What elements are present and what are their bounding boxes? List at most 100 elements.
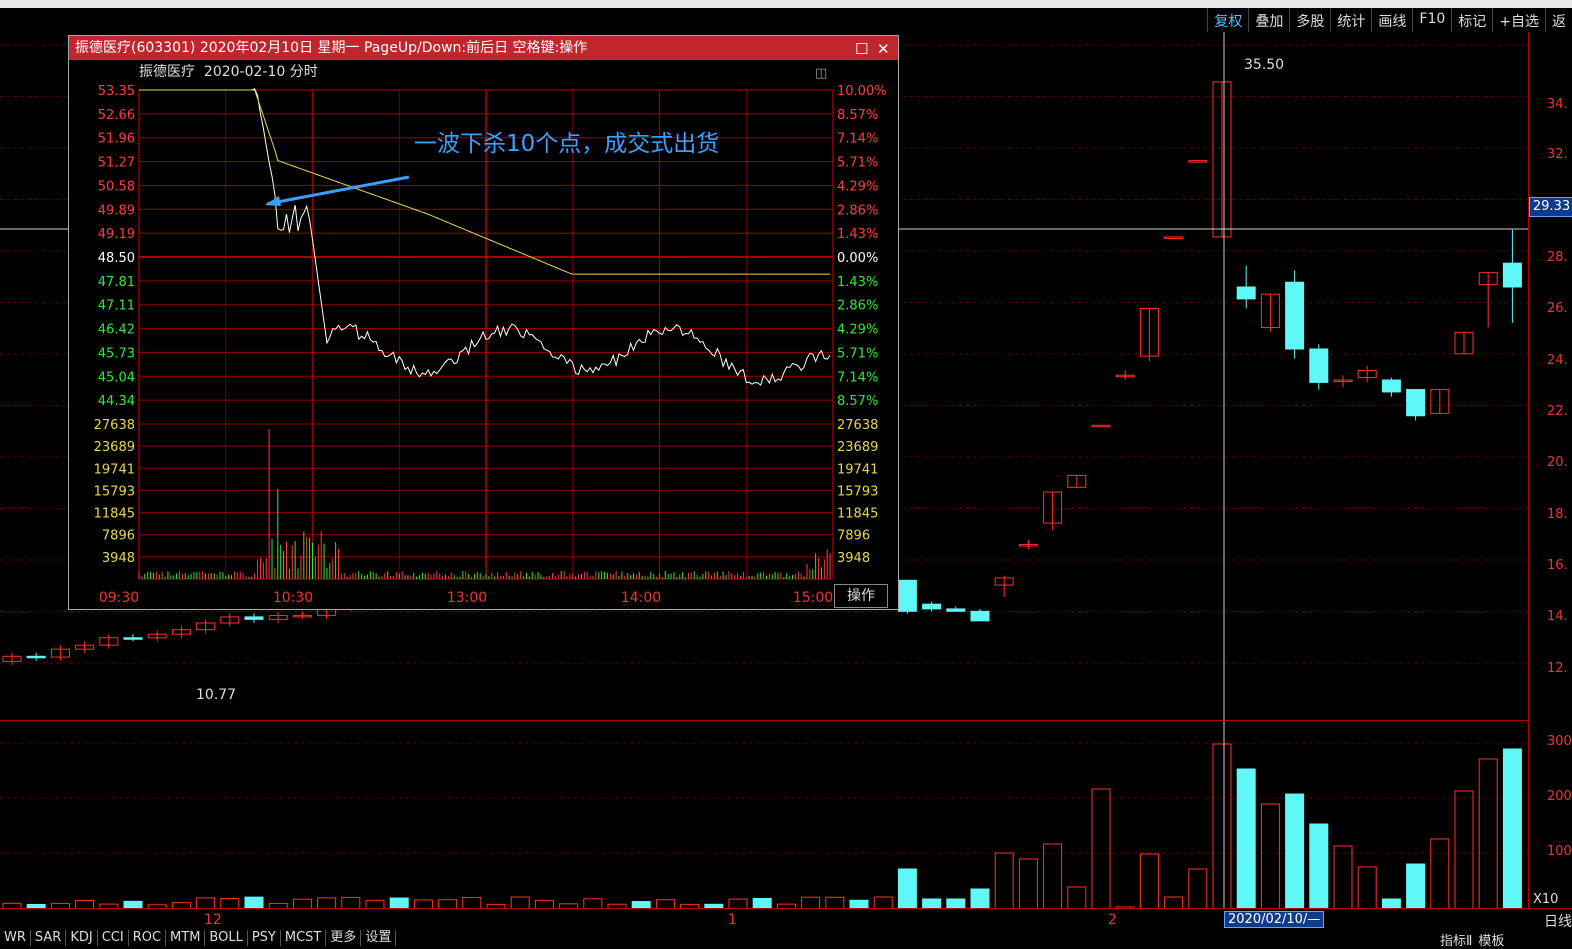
volume-label: 11845 xyxy=(837,507,878,522)
indicator-tab-mtm[interactable]: MTM xyxy=(166,930,205,946)
pct-label: 8.57% xyxy=(837,394,878,409)
low-price-label: 10.77 xyxy=(196,687,236,703)
candle-body xyxy=(947,609,965,611)
toolbar-btn-6[interactable]: 标记 xyxy=(1451,8,1492,32)
volume-label: 19741 xyxy=(837,462,878,477)
volume-label: 15793 xyxy=(837,484,878,499)
indicator-tabs: WR SAR KDJ CCI ROC MTM BOLL PSY MCST 更多 设置 xyxy=(0,930,1572,946)
price-label: 45.04 xyxy=(98,370,135,385)
price-label: 49.19 xyxy=(98,227,135,242)
candle-body xyxy=(124,638,142,640)
price-axis-label: 32. xyxy=(1547,147,1568,162)
toolbar-btn-8[interactable]: 返 xyxy=(1545,8,1572,32)
candle-body xyxy=(1165,237,1183,239)
time-label: 15:00 xyxy=(793,590,833,606)
volume-axis-label: 300 xyxy=(1547,734,1572,749)
candle-body xyxy=(1092,425,1110,427)
price-label: 49.89 xyxy=(98,203,135,218)
indicator-tab-kdj[interactable]: KDJ xyxy=(66,930,97,946)
date-label-12: 12 xyxy=(204,912,222,928)
indicator-2-button[interactable]: 指标Ⅱ xyxy=(1440,930,1472,949)
candle-body xyxy=(27,656,45,658)
intraday-date: 2020-02-10 xyxy=(204,64,285,80)
price-axis-label: 12. xyxy=(1547,661,1568,676)
date-label-1: 1 xyxy=(728,912,737,928)
volume-bar xyxy=(1407,864,1425,909)
volume-bar xyxy=(1334,846,1352,909)
arrow-head-icon xyxy=(265,196,281,206)
price-label: 51.27 xyxy=(98,156,135,171)
volume-bar xyxy=(1213,744,1231,909)
volume-bar xyxy=(1479,759,1497,909)
indicator-template-bar: 指标Ⅱ 模板 xyxy=(1440,930,1504,949)
candle-body xyxy=(1310,349,1328,382)
indicator-tab-boll[interactable]: BOLL xyxy=(205,930,247,946)
price-label: 45.73 xyxy=(98,346,135,361)
volume-bar xyxy=(1068,887,1086,909)
toolbar-btn-0[interactable]: 复权 xyxy=(1207,8,1248,32)
candle-body xyxy=(1286,282,1304,349)
volume-label: 11845 xyxy=(94,507,135,522)
chart-toolbar: 复权 叠加 多股 统计 画线 F10 标记 +自选返 xyxy=(1207,8,1572,32)
indicator-tab-wr[interactable]: WR xyxy=(0,930,31,946)
indicator-tab-psy[interactable]: PSY xyxy=(248,930,281,946)
volume-bar xyxy=(1044,844,1062,909)
price-axis-label: 22. xyxy=(1547,404,1568,419)
toolbar-btn-5[interactable]: F10 xyxy=(1412,8,1451,32)
template-button[interactable]: 模板 xyxy=(1478,930,1504,949)
period-label[interactable]: 日线 xyxy=(1544,911,1572,931)
price-label: 50.58 xyxy=(98,179,135,194)
volume-bar xyxy=(1189,869,1207,909)
candle-body xyxy=(245,617,263,620)
toolbar-btn-1[interactable]: 叠加 xyxy=(1248,8,1289,32)
pct-label: 8.57% xyxy=(837,108,878,123)
chart-annotation: 一波下杀10个点，成交式出货 xyxy=(414,124,719,158)
window-top-bar xyxy=(0,0,1572,8)
price-label: 51.96 xyxy=(98,132,135,147)
pct-label: 2.86% xyxy=(837,299,878,314)
pct-label: 0.00% xyxy=(837,251,878,266)
current-price-tag: 29.33 xyxy=(1529,197,1572,217)
volume-bar xyxy=(1140,854,1158,909)
time-label: 13:00 xyxy=(447,590,487,606)
intraday-popup: 振德医疗(603301) 2020年02月10日 星期一 PageUp/Down… xyxy=(68,35,899,610)
price-axis-label: 24. xyxy=(1547,353,1568,368)
stock-name: 振德医疗 xyxy=(139,64,195,80)
indicator-tab-更多[interactable]: 更多 xyxy=(326,930,361,946)
popup-title-bar[interactable]: 振德医疗(603301) 2020年02月10日 星期一 PageUp/Down… xyxy=(69,36,898,60)
toolbar-btn-2[interactable]: 多股 xyxy=(1289,8,1330,32)
operate-button[interactable]: 操作 xyxy=(834,584,888,608)
volume-bar xyxy=(971,889,989,909)
volume-bar xyxy=(1286,794,1304,909)
pct-label: 4.29% xyxy=(837,179,878,194)
volume-axis-label: 100 xyxy=(1547,844,1572,859)
indicator-tab-mcst[interactable]: MCST xyxy=(281,930,327,946)
price-label: 47.11 xyxy=(98,299,135,314)
price-axis-label: 16. xyxy=(1547,558,1568,573)
panel-toggle-icon[interactable]: ◫ xyxy=(815,66,827,81)
toolbar-btn-7[interactable]: +自选 xyxy=(1492,8,1545,32)
average-line xyxy=(139,90,830,274)
price-label: 44.34 xyxy=(98,394,135,409)
candle-body xyxy=(1407,390,1425,416)
pct-label: 2.86% xyxy=(837,203,878,218)
indicator-tab-sar[interactable]: SAR xyxy=(31,930,66,946)
indicator-tab-roc[interactable]: ROC xyxy=(129,930,166,946)
close-icon[interactable]: ✕ xyxy=(877,37,890,61)
volume-chart[interactable] xyxy=(0,720,1528,909)
volume-label: 3948 xyxy=(102,551,135,566)
intraday-chart[interactable]: 53.35 10.00% 52.66 8.57% 51.96 7.14% 51.27 5.71… xyxy=(69,84,898,609)
indicator-tab-cci[interactable]: CCI xyxy=(98,930,129,946)
crosshair-date-tag: 2020/02/10/— xyxy=(1224,911,1324,928)
price-label: 46.42 xyxy=(98,323,135,338)
price-label: 53.35 xyxy=(98,84,135,99)
volume-bar xyxy=(1261,804,1279,909)
toolbar-btn-3[interactable]: 统计 xyxy=(1330,8,1371,32)
indicator-tab-设置[interactable]: 设置 xyxy=(361,930,396,946)
pct-label: 7.14% xyxy=(837,370,878,385)
date-label-2: 2 xyxy=(1108,912,1117,928)
toolbar-btn-4[interactable]: 画线 xyxy=(1371,8,1412,32)
maximize-icon[interactable]: ☐ xyxy=(855,37,868,61)
popup-subtitle: 振德医疗 2020-02-10 分时 xyxy=(139,60,318,84)
pct-label: 5.71% xyxy=(837,156,878,171)
